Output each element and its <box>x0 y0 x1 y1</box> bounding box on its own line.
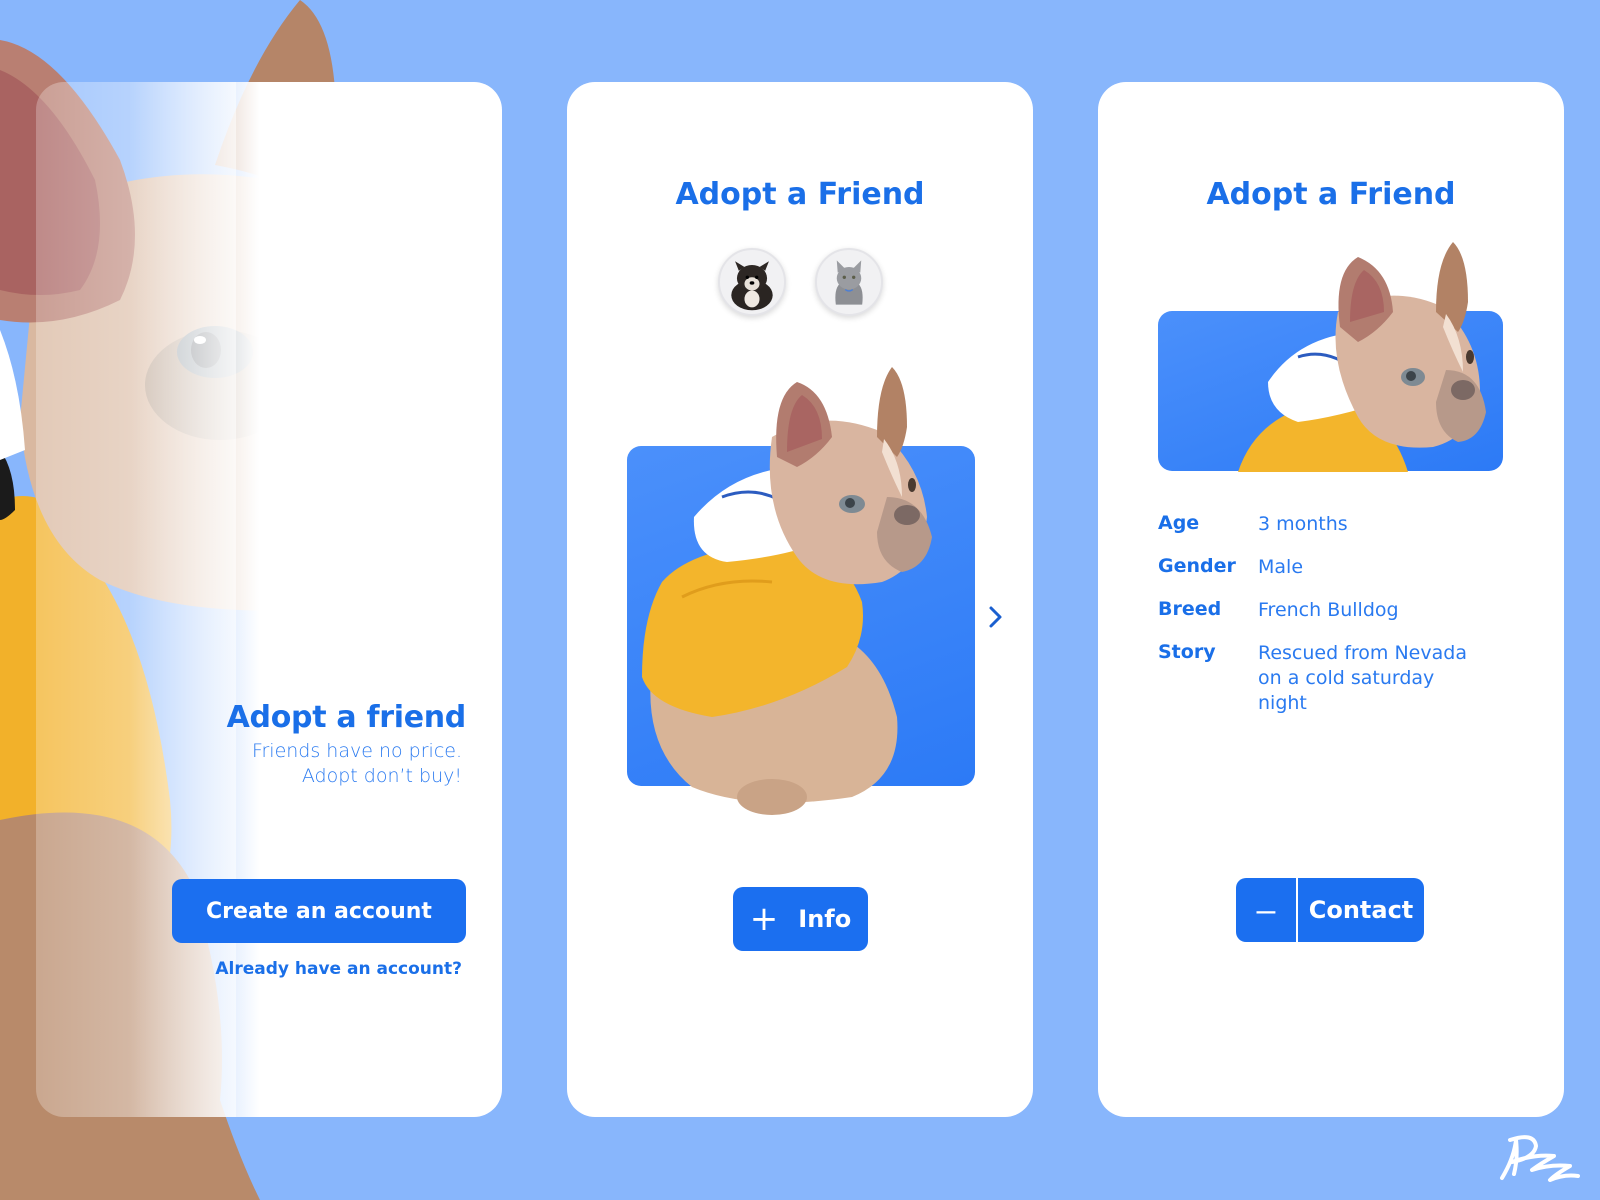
pet-banner-panel <box>1158 311 1503 471</box>
detail-value: 3 months <box>1258 513 1348 535</box>
browse-title: Adopt a Friend <box>675 177 925 212</box>
detail-key: Age <box>1158 512 1200 534</box>
subtitle-line-2: Adopt don’t buy! <box>301 765 462 787</box>
puppy-icon <box>731 261 773 311</box>
detail-row-breed: Breed French Bulldog <box>1158 598 1524 623</box>
minus-icon: – <box>1256 890 1276 929</box>
puppy-avatar[interactable] <box>718 248 786 316</box>
info-button[interactable]: + Info <box>733 887 868 951</box>
subtitle-line-1: Friends have no price. <box>251 740 462 762</box>
designer-signature-logo <box>1500 1135 1580 1182</box>
detail-value: Male <box>1258 556 1304 578</box>
detail-key: Gender <box>1158 555 1236 577</box>
welcome-title: Adopt a friend <box>226 700 467 735</box>
detail-row-gender: Gender Male <box>1158 555 1524 580</box>
chevron-right-icon[interactable] <box>985 604 1007 630</box>
plus-icon: + <box>749 899 779 939</box>
pet-details-list: Age 3 months Gender Male Breed French Bu… <box>1158 512 1524 734</box>
info-button-label: Info <box>798 905 852 933</box>
detail-key: Story <box>1158 641 1216 663</box>
detail-row-story: Story Rescued from Nevada on a cold satu… <box>1158 641 1524 716</box>
browse-screen-card: Adopt a Friend + Info <box>567 82 1033 1117</box>
login-link[interactable]: Already have an account? <box>215 959 462 979</box>
collapse-info-button[interactable]: – <box>1236 878 1296 942</box>
detail-screen-card: Adopt a Friend Age 3 months Gender Male <box>1098 82 1564 1117</box>
create-account-button[interactable]: Create an account <box>172 879 466 943</box>
contact-button-group: – Contact <box>1236 878 1424 942</box>
cat-icon <box>835 260 863 305</box>
contact-button[interactable]: Contact <box>1298 878 1424 942</box>
cat-avatar[interactable] <box>815 248 883 316</box>
welcome-screen-card: Adopt a friend Friends have no price. Ad… <box>36 82 502 1117</box>
welcome-subtitle: Friends have no price. Adopt don’t buy! <box>252 739 462 789</box>
detail-row-age: Age 3 months <box>1158 512 1524 537</box>
detail-value: Rescued from Nevada on a cold saturday n… <box>1258 642 1467 714</box>
detail-key: Breed <box>1158 598 1222 620</box>
pet-photo-panel <box>627 446 975 786</box>
detail-value: French Bulldog <box>1258 599 1399 621</box>
detail-title: Adopt a Friend <box>1206 177 1456 212</box>
